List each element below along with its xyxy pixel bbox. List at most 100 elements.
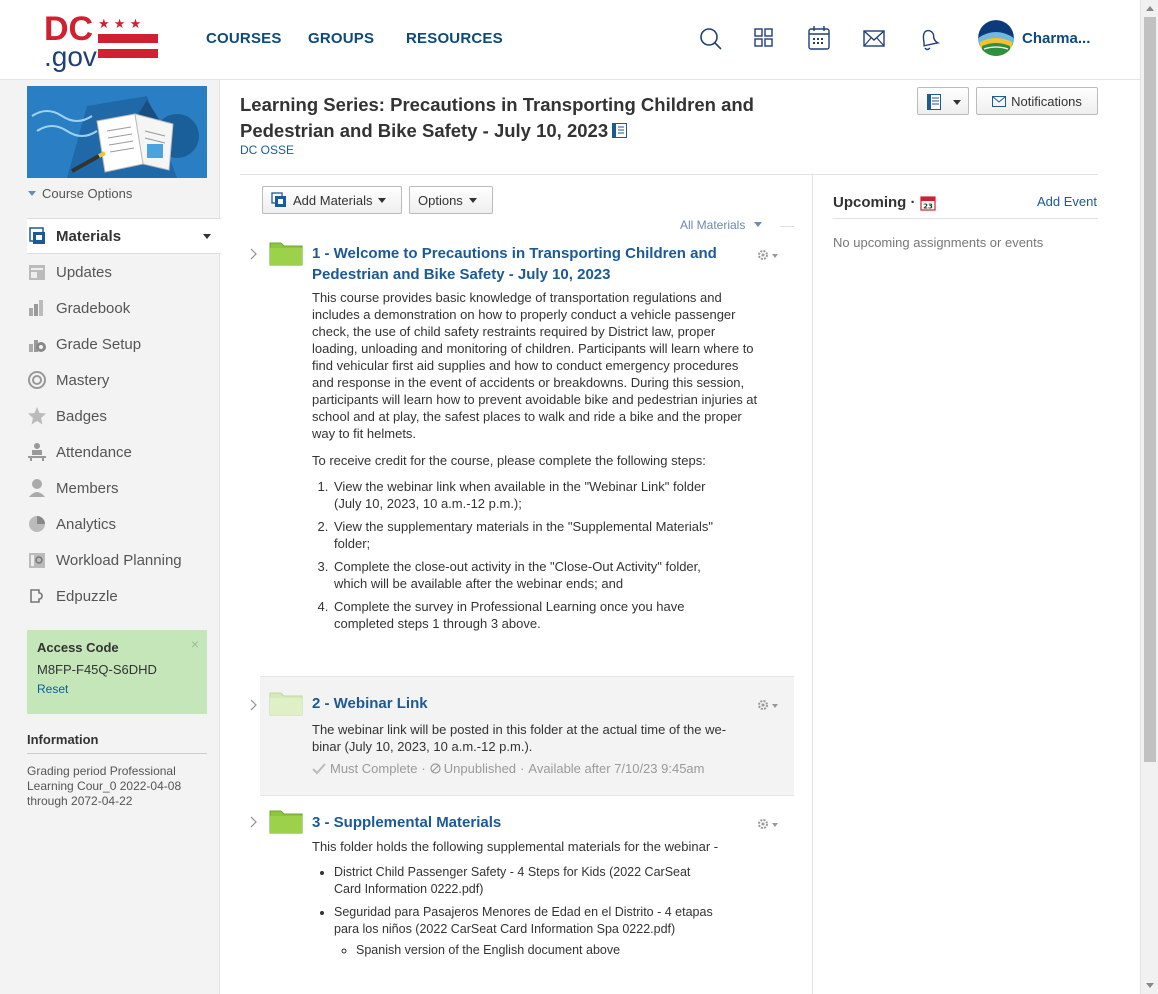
upcoming-title: Upcoming · xyxy=(833,194,916,211)
sidebar-item-label: Badges xyxy=(56,407,107,425)
steps-intro: To receive credit for the course, please… xyxy=(312,453,706,468)
filter-divider xyxy=(780,226,794,227)
search-icon[interactable] xyxy=(697,24,725,54)
folder-icon xyxy=(269,810,303,834)
caret-down-icon xyxy=(378,197,387,203)
header-divider xyxy=(240,174,1098,175)
step-item: Complete the survey in Professional Lear… xyxy=(332,598,732,632)
nav-resources-link[interactable]: RESOURCES xyxy=(406,30,503,47)
nav-groups-link[interactable]: GROUPS xyxy=(308,30,374,47)
sidebar-item-label: Updates xyxy=(56,263,112,281)
scroll-thumb[interactable] xyxy=(1144,17,1156,762)
user-avatar[interactable] xyxy=(978,20,1014,56)
grade-setup-icon xyxy=(29,340,46,352)
scroll-up-arrow[interactable] xyxy=(1146,6,1154,11)
list-item: District Child Passenger Safety - 4 Step… xyxy=(334,864,714,898)
edpuzzle-icon xyxy=(30,589,43,603)
course-book-icon[interactable] xyxy=(611,122,628,139)
access-code-box: Access Code M8FP-F45Q-S6DHD Reset × xyxy=(27,630,207,714)
notebook-icon xyxy=(927,94,941,110)
envelope-icon xyxy=(992,95,1007,107)
information-heading: Information xyxy=(27,732,207,754)
sidebar-item-label: Attendance xyxy=(56,443,132,461)
svg-text:.gov: .gov xyxy=(44,41,97,72)
calendar-icon[interactable]: 23 xyxy=(919,195,936,211)
add-materials-button[interactable]: Add Materials xyxy=(262,186,402,214)
sidebar-item-edpuzzle[interactable]: Edpuzzle xyxy=(27,578,220,614)
steps-list: View the webinar link when available in … xyxy=(332,478,732,632)
upcoming-divider xyxy=(833,218,1098,219)
page-scrollbar[interactable] xyxy=(1140,0,1158,994)
user-name[interactable]: Charma... xyxy=(1022,30,1090,47)
materials-list: District Child Passenger Safety - 4 Step… xyxy=(334,864,714,959)
course-options-toggle[interactable]: Course Options xyxy=(28,186,133,201)
mail-icon[interactable] xyxy=(860,24,888,54)
mastery-icon xyxy=(28,371,46,389)
upcoming-heading: Upcoming · 23 xyxy=(833,194,936,211)
analytics-icon xyxy=(29,516,45,532)
caret-down-icon xyxy=(468,197,477,203)
sidebar-item-attendance[interactable]: Attendance xyxy=(27,434,220,470)
view-toggle-dropdown[interactable] xyxy=(917,87,969,115)
all-materials-filter[interactable]: All Materials xyxy=(680,218,762,232)
access-code-reset-link[interactable]: Reset xyxy=(37,682,197,696)
folder-title-link[interactable]: 1 - Welcome to Precautions in Transporti… xyxy=(312,243,752,285)
sidebar-item-members[interactable]: Members xyxy=(27,470,220,506)
close-icon[interactable]: × xyxy=(191,636,199,652)
gear-icon[interactable] xyxy=(756,248,780,262)
scroll-down-arrow[interactable] xyxy=(1146,983,1154,988)
gear-icon[interactable] xyxy=(756,817,780,831)
sidebar-item-grade-setup[interactable]: Grade Setup xyxy=(27,326,220,362)
grading-period-info: Grading period Professional Learning Cou… xyxy=(27,764,182,808)
course-sidebar: Course Options Materials Updates Gradebo… xyxy=(0,80,221,994)
options-button[interactable]: Options xyxy=(409,186,493,214)
course-picture xyxy=(27,86,207,178)
chevron-right-icon[interactable] xyxy=(250,248,258,260)
course-org-link[interactable]: DC OSSE xyxy=(240,143,294,157)
workload-icon xyxy=(29,553,45,568)
apps-grid-icon[interactable] xyxy=(750,24,778,54)
dc-gov-logo[interactable]: DC ★ ★ ★ .gov xyxy=(42,10,162,72)
bell-icon[interactable] xyxy=(914,24,942,54)
access-code-label: Access Code xyxy=(37,640,119,655)
unpublished-label: Unpublished xyxy=(443,761,517,776)
course-options-label: Course Options xyxy=(42,186,133,201)
sidebar-item-mastery[interactable]: Mastery xyxy=(27,362,220,398)
sidebar-item-workload-planning[interactable]: Workload Planning xyxy=(27,542,220,578)
attendance-icon xyxy=(28,443,46,461)
sidebar-item-gradebook[interactable]: Gradebook xyxy=(27,290,220,326)
sub-list: Spanish version of the English document … xyxy=(356,942,714,959)
folder-item: 2 - Webinar Link The webinar link will b… xyxy=(250,677,794,795)
folder-meta: Must Complete · Unpublished · Available … xyxy=(312,761,705,776)
calendar-icon[interactable] xyxy=(805,24,833,54)
sidebar-item-label: Analytics xyxy=(56,515,117,533)
sidebar-item-label: Workload Planning xyxy=(56,551,182,569)
add-event-link[interactable]: Add Event xyxy=(1037,194,1097,209)
sidebar-item-analytics[interactable]: Analytics xyxy=(27,506,220,542)
folder-icon xyxy=(269,692,303,716)
gear-icon[interactable] xyxy=(756,698,780,712)
meta-separator: · xyxy=(520,761,525,776)
step-item: View the supplementary materials in the … xyxy=(332,518,732,552)
add-materials-label: Add Materials xyxy=(293,192,373,208)
page-title-text: Learning Series: Precautions in Transpor… xyxy=(240,94,754,141)
page-title: Learning Series: Precautions in Transpor… xyxy=(240,92,820,144)
updates-icon xyxy=(29,265,45,280)
must-complete-label: Must Complete xyxy=(330,761,418,776)
nav-courses-link[interactable]: COURSES xyxy=(206,30,282,47)
folder-title-link[interactable]: 2 - Webinar Link xyxy=(312,693,752,714)
chevron-right-icon[interactable] xyxy=(250,699,258,711)
sidebar-item-label: Grade Setup xyxy=(56,335,142,353)
access-code-value: M8FP-F45Q-S6DHD xyxy=(37,662,157,677)
notifications-button[interactable]: Notifications xyxy=(976,87,1098,115)
sidebar-item-updates[interactable]: Updates xyxy=(27,254,220,290)
column-divider xyxy=(812,175,813,994)
unpublished-icon xyxy=(430,763,441,774)
chevron-right-icon[interactable] xyxy=(250,816,258,828)
folder-title-link[interactable]: 3 - Supplemental Materials xyxy=(312,812,752,833)
folder-description-text: This course provides basic knowledge of … xyxy=(312,290,758,441)
sidebar-item-materials[interactable]: Materials xyxy=(27,218,221,254)
sidebar-item-badges[interactable]: Badges xyxy=(27,398,220,434)
all-materials-label: All Materials xyxy=(680,218,746,232)
add-materials-icon xyxy=(271,192,286,207)
